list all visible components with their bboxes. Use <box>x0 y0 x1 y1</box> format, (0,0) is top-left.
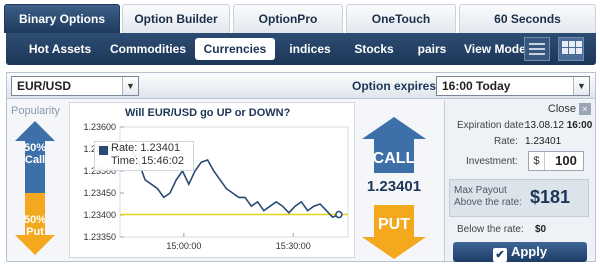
rate-chart: Will EUR/USD go UP or DOWN? 1.23600 1.235… <box>69 102 355 258</box>
investment-label: Investment: <box>466 156 518 167</box>
checkmark-icon: ✔ <box>492 248 507 262</box>
category-pairs[interactable]: pairs <box>410 38 454 60</box>
current-rate: 1.23401 <box>366 178 422 195</box>
tooltip-rate: Rate: 1.23401 <box>111 142 181 154</box>
tooltip-time: Time: 15:46:02 <box>111 155 184 167</box>
rate-label: Rate: <box>494 136 518 147</box>
option-toolbar: EUR/USD ▼ Option expires at 16:00 Today … <box>7 73 595 99</box>
put-button[interactable]: PUT <box>362 205 426 259</box>
expiry-select[interactable]: 16:00 Today ▼ <box>436 76 590 96</box>
tab-60-seconds[interactable]: 60 Seconds <box>459 4 596 33</box>
asset-select[interactable]: EUR/USD ▼ <box>11 76 139 96</box>
grid-view-icon <box>562 41 568 47</box>
category-currencies[interactable]: Currencies <box>195 38 275 60</box>
call-popularity-label: Call <box>24 154 46 166</box>
below-rate-value: $0 <box>535 224 547 235</box>
call-label: CALL <box>373 150 416 167</box>
expiration-label: Expiration date: <box>457 120 527 131</box>
close-button[interactable]: Close × <box>548 103 591 115</box>
list-view-button[interactable] <box>524 37 550 61</box>
list-view-icon <box>529 43 545 45</box>
payout-label-2: Above the rate: <box>454 197 522 208</box>
y-tick-label: 1.23450 <box>83 188 116 198</box>
payout-label-1: Max Payout <box>454 185 507 196</box>
tab-optionpro[interactable]: OptionPro <box>233 4 343 33</box>
y-tick-label: 1.23600 <box>83 122 116 132</box>
current-rate-point <box>335 210 343 219</box>
investment-value: 100 <box>555 153 577 168</box>
investment-input[interactable]: $ 100 <box>528 151 584 171</box>
y-tick-label: 1.23350 <box>83 232 116 242</box>
option-panel: EUR/USD ▼ Option expires at 16:00 Today … <box>6 72 596 262</box>
category-hot-assets[interactable]: Hot Assets <box>20 38 100 60</box>
tab-binary-options[interactable]: Binary Options <box>4 4 120 33</box>
series-swatch <box>99 146 108 155</box>
trade-summary: Close × Expiration date: 13.08.12 16:00 R… <box>444 100 595 262</box>
category-stocks[interactable]: Stocks <box>346 38 402 60</box>
asset-select-value: EUR/USD <box>17 79 72 93</box>
put-popularity-label: Put <box>26 226 44 238</box>
tab-option-builder[interactable]: Option Builder <box>122 4 230 33</box>
apply-label: Apply <box>510 244 548 259</box>
put-label: PUT <box>378 216 410 233</box>
y-tick-label: 1.23400 <box>83 210 116 220</box>
call-button[interactable]: CALL <box>362 117 426 173</box>
expiry-select-value: 16:00 Today <box>442 79 511 93</box>
rate-value: 1.23401 <box>525 136 562 147</box>
category-commodities[interactable]: Commodities <box>106 38 190 60</box>
chevron-down-icon: ▼ <box>573 77 589 95</box>
chevron-down-icon: ▼ <box>122 77 138 95</box>
grid-view-button[interactable] <box>558 37 584 61</box>
close-label: Close <box>547 103 576 115</box>
expiration-time: 16:00 <box>566 120 593 131</box>
apply-button[interactable]: ✔ Apply <box>453 242 587 262</box>
payout-value: $181 <box>530 187 571 207</box>
chart-tooltip: Rate: 1.23401 Time: 15:46:02 <box>94 141 194 171</box>
x-tick-label: 15:30:00 <box>276 241 311 251</box>
product-tabs: Binary Options Option Builder OptionPro … <box>0 0 600 33</box>
put-popularity-percent: 50% <box>23 214 47 226</box>
category-nav: Hot Assets Commodities Currencies indice… <box>6 33 596 65</box>
chart-plot: 1.236001.235501.235001.234501.234001.233… <box>83 122 349 251</box>
max-payout-box: Max Payout Above the rate: $181 <box>449 179 589 217</box>
call-popularity-percent: 50% <box>23 142 47 154</box>
close-icon: × <box>579 103 591 115</box>
currency-symbol: $ <box>529 152 545 170</box>
view-mode-label: View Mode <box>464 42 526 56</box>
x-tick-label: 15:00:00 <box>166 241 201 251</box>
expiration-date: 13.08.12 <box>525 120 564 131</box>
popularity-label: Popularity <box>11 105 60 117</box>
below-rate-label: Below the rate: <box>457 224 524 235</box>
category-indices[interactable]: indices <box>282 38 338 60</box>
tab-onetouch[interactable]: OneTouch <box>346 4 456 33</box>
